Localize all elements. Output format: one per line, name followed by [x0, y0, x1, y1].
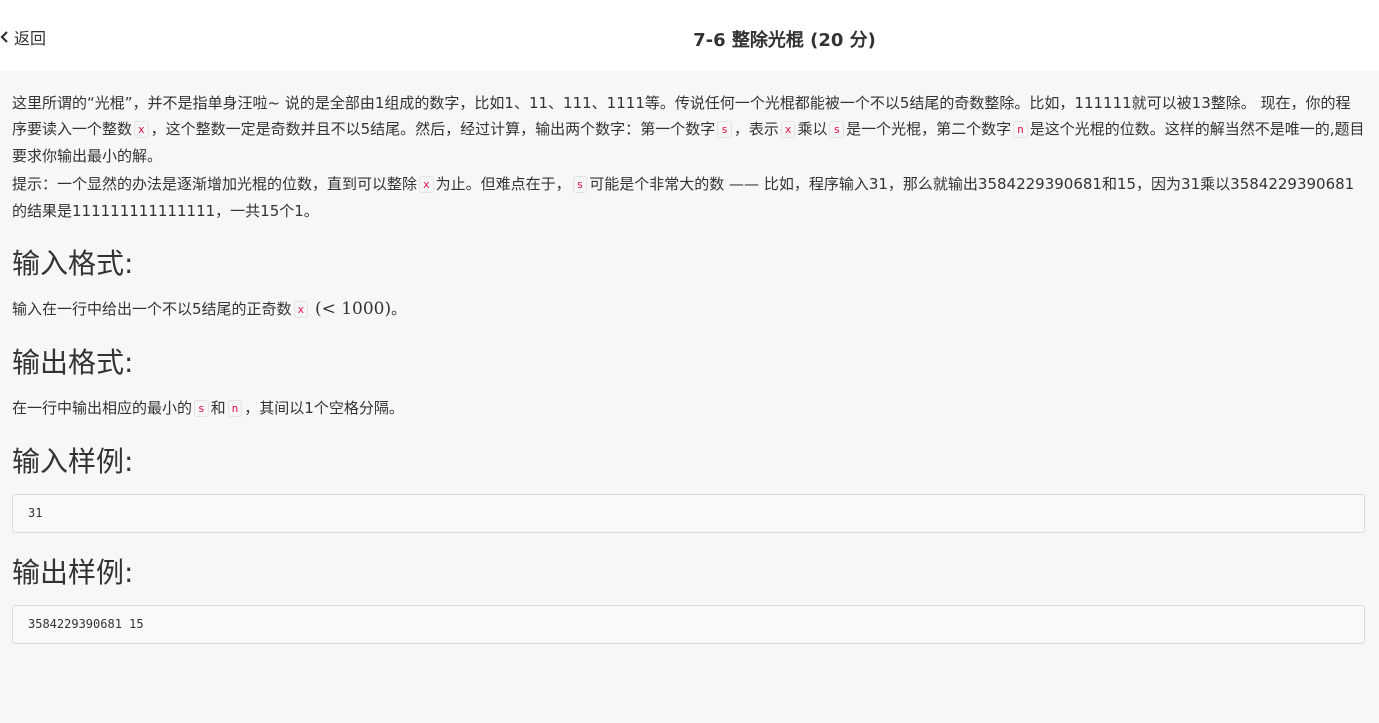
sample-input-heading: 输入样例:	[12, 445, 134, 478]
var-s: s	[829, 121, 845, 138]
var-s: s	[194, 400, 209, 417]
output-format-text: 在一行中输出相应的最小的 s 和 n ，其间以1个空格分隔。	[12, 399, 404, 417]
var-s: s	[572, 176, 588, 193]
input-format-heading: 输入格式:	[12, 247, 134, 280]
var-x: x	[134, 121, 149, 138]
var-x: x	[293, 301, 309, 318]
input-range-math: (< 1000)	[314, 299, 392, 319]
problem-hint: 提示：一个显然的办法是逐渐增加光棍的位数，直到可以整除 x 为止。但难点在于， s 可能…	[12, 175, 1355, 220]
page-title: 7-6 整除光棍 (20 分)	[693, 30, 876, 51]
input-format-text: 输入在一行中给出一个不以5结尾的正奇数 x (< 1000)。	[12, 299, 407, 319]
var-n: n	[227, 400, 243, 417]
sample-input-box[interactable]: 31	[12, 494, 1365, 533]
sample-output-box[interactable]: 3584229390681 15	[12, 605, 1365, 644]
problem-content: 这里所谓的“光棍”，并不是指单身汪啦~ 说的是全部由1组成的数字，比如1、11、…	[12, 90, 1365, 658]
output-format-heading: 输出格式:	[12, 346, 134, 379]
problem-description: 这里所谓的“光棍”，并不是指单身汪啦~ 说的是全部由1组成的数字，比如1、11、…	[12, 94, 1365, 165]
sample-output-heading: 输出样例:	[12, 556, 134, 589]
var-x: x	[419, 176, 434, 193]
var-x: x	[780, 121, 796, 138]
top-bar: 返回 7-6 整除光棍 (20 分)	[0, 0, 1379, 71]
var-s: s	[717, 121, 732, 138]
var-n: n	[1013, 121, 1028, 138]
